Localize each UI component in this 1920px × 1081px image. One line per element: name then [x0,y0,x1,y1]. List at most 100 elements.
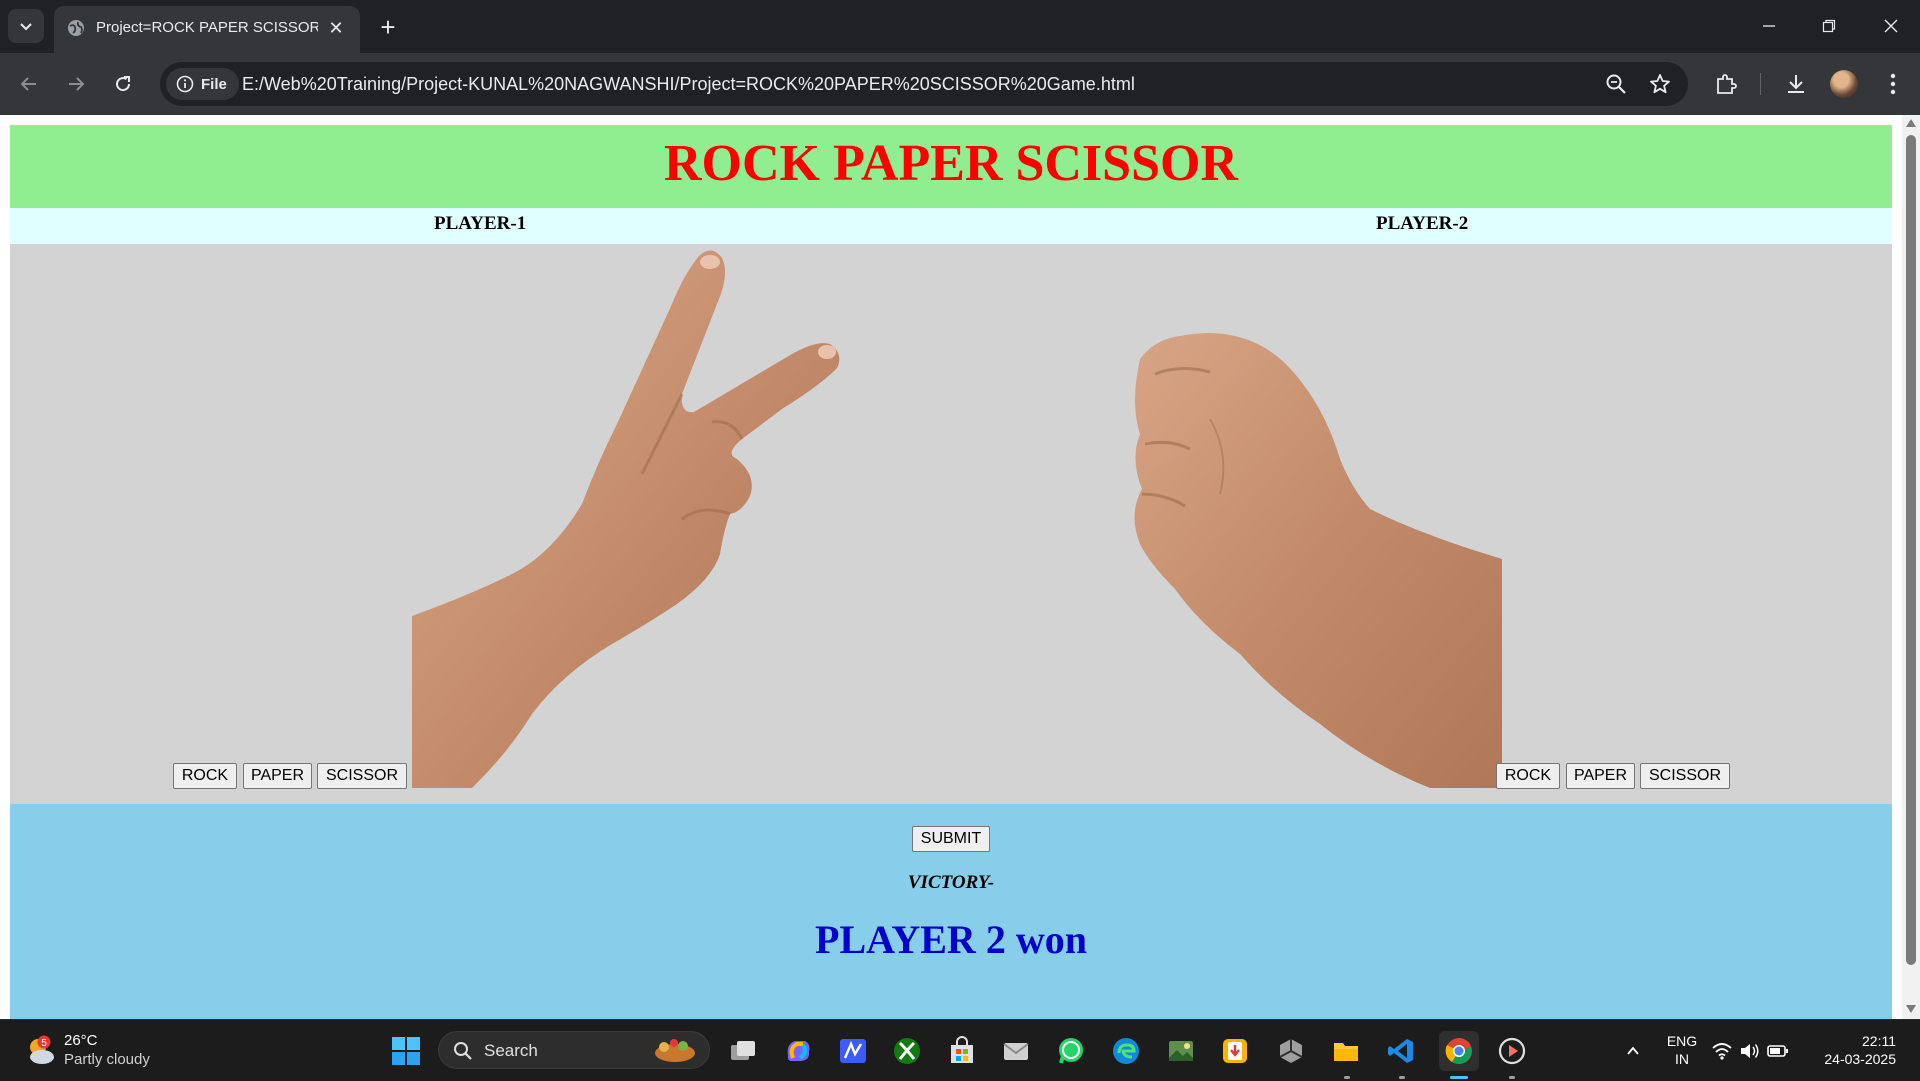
arrow-right-icon [69,77,85,91]
xbox-app[interactable] [890,1034,924,1068]
tab-search-button[interactable] [8,9,44,43]
region-code: IN [1675,1051,1689,1067]
player1-paper-button[interactable]: PAPER [243,763,312,789]
restore-button[interactable] [1806,10,1852,42]
language-indicator[interactable]: ENG IN [1662,1032,1702,1068]
weather-description: Partly cloudy [64,1051,150,1068]
unity-app[interactable] [1274,1034,1308,1068]
player1-scissor-button[interactable]: SCISSOR [317,763,407,789]
player2-rock-button[interactable]: ROCK [1496,763,1560,789]
minimize-button[interactable] [1746,10,1792,42]
editor-icon [840,1039,866,1063]
mail-icon [1003,1043,1029,1060]
player1-label: PLAYER-1 [434,213,527,234]
media-player-app[interactable] [1495,1034,1529,1068]
browser-tab[interactable]: Project=ROCK PAPER SCISSOR Game ✕ [54,6,360,53]
vscode-app[interactable] [1384,1034,1418,1068]
new-tab-button[interactable]: + [373,12,403,42]
store-icon [951,1036,973,1063]
photos-app[interactable] [1164,1034,1198,1068]
game-header: ROCK PAPER SCISSOR [10,125,1892,208]
page-viewport: ROCK PAPER SCISSOR PLAYER-1 PLAYER-2 ROC… [0,115,1920,1019]
submit-button[interactable]: SUBMIT [912,826,990,852]
extensions-button[interactable] [1711,69,1741,99]
photos-icon [1169,1041,1193,1061]
cube-icon [1279,1039,1303,1063]
folder-icon [1334,1043,1358,1061]
page-title: ROCK PAPER SCISSOR [663,135,1238,192]
downloader-app[interactable] [1218,1034,1252,1068]
editor-app[interactable] [836,1034,870,1068]
weather-temperature: 26°C [64,1032,98,1049]
player1-rock-button[interactable]: ROCK [173,763,237,789]
url-text[interactable]: E:/Web%20Training/Project-KUNAL%20NAGWAN… [242,74,1135,95]
browser-tab-bar: Project=ROCK PAPER SCISSOR Game ✕ + [0,0,1920,53]
mail-app[interactable] [999,1034,1033,1068]
edge-app[interactable] [1109,1034,1143,1068]
globe-icon [68,20,84,36]
copilot-app[interactable] [781,1034,815,1068]
taskbar-search[interactable]: Search [438,1031,710,1069]
reload-button[interactable] [106,67,140,101]
browser-toolbar: File E:/Web%20Training/Project-KUNAL%20N… [0,53,1920,115]
page-scrollbar[interactable] [1902,115,1920,1019]
windows-taskbar: 5 26°C Partly cloudy Search ENG IN 22:11… [0,1019,1920,1081]
scroll-down-icon[interactable] [1906,1005,1916,1013]
wifi-icon [1712,1043,1732,1060]
puzzle-icon [1717,74,1737,94]
site-info-chip[interactable]: File [166,68,239,100]
scroll-thumb[interactable] [1906,135,1916,965]
star-icon [1650,74,1670,94]
player2-scissor-button[interactable]: SCISSOR [1640,763,1730,789]
start-button[interactable] [389,1034,423,1068]
toolbar-divider [1760,73,1761,95]
magnifier-icon [1606,74,1626,94]
arrow-left-icon [20,77,36,91]
edge-icon [1113,1038,1139,1064]
file-explorer-app[interactable] [1329,1034,1363,1068]
battery-icon [1767,1045,1788,1057]
active-indicator [1450,1076,1468,1079]
windows-logo-icon [392,1037,420,1065]
clock[interactable]: 22:11 24-03-2025 [1808,1032,1908,1068]
close-tab-icon[interactable]: ✕ [324,16,348,40]
clock-date: 24-03-2025 [1824,1051,1896,1067]
vscode-icon [1388,1039,1413,1063]
player2-paper-button[interactable]: PAPER [1566,763,1635,789]
volume-icon [1741,1044,1759,1058]
tab-title: Project=ROCK PAPER SCISSOR Game [96,19,318,36]
clock-time: 22:11 [1862,1033,1896,1049]
download-icon [1788,75,1804,93]
victory-label: VICTORY- [907,872,995,893]
task-view-app[interactable] [726,1034,760,1068]
scissor-hand-image [412,250,840,788]
site-chip-label: File [201,75,227,93]
quick-settings[interactable] [1710,1034,1790,1068]
winner-text: PLAYER 2 won [815,917,1087,962]
whatsapp-app[interactable] [1054,1034,1088,1068]
zoom-button[interactable] [1604,72,1628,96]
store-app[interactable] [945,1034,979,1068]
minimize-icon [1763,25,1775,27]
player2-label: PLAYER-2 [1376,213,1469,234]
downloads-button[interactable] [1781,69,1811,99]
close-window-button[interactable] [1868,10,1914,42]
menu-button[interactable] [1878,69,1908,99]
profile-avatar[interactable] [1830,70,1858,98]
weather-widget[interactable]: 5 26°C Partly cloudy [24,1030,164,1074]
search-highlight-icon [655,1039,695,1062]
chevron-up-icon [1627,1046,1639,1055]
back-button[interactable] [12,67,46,101]
kebab-menu-icon [1890,73,1896,95]
bookmark-button[interactable] [1648,72,1672,96]
show-hidden-icons-button[interactable] [1616,1034,1650,1068]
game-arena: ROCK PAPER SCISSOR ROCK PAPER SCISSOR [10,244,1892,804]
forward-button[interactable] [59,67,93,101]
chrome-app[interactable] [1439,1031,1479,1071]
task-view-icon [731,1041,755,1060]
scroll-up-icon[interactable] [1906,119,1916,127]
running-indicator [1509,1076,1515,1079]
partly-cloudy-icon: 5 [30,1035,54,1064]
close-icon [1884,19,1898,33]
address-bar[interactable]: File E:/Web%20Training/Project-KUNAL%20N… [160,62,1688,106]
